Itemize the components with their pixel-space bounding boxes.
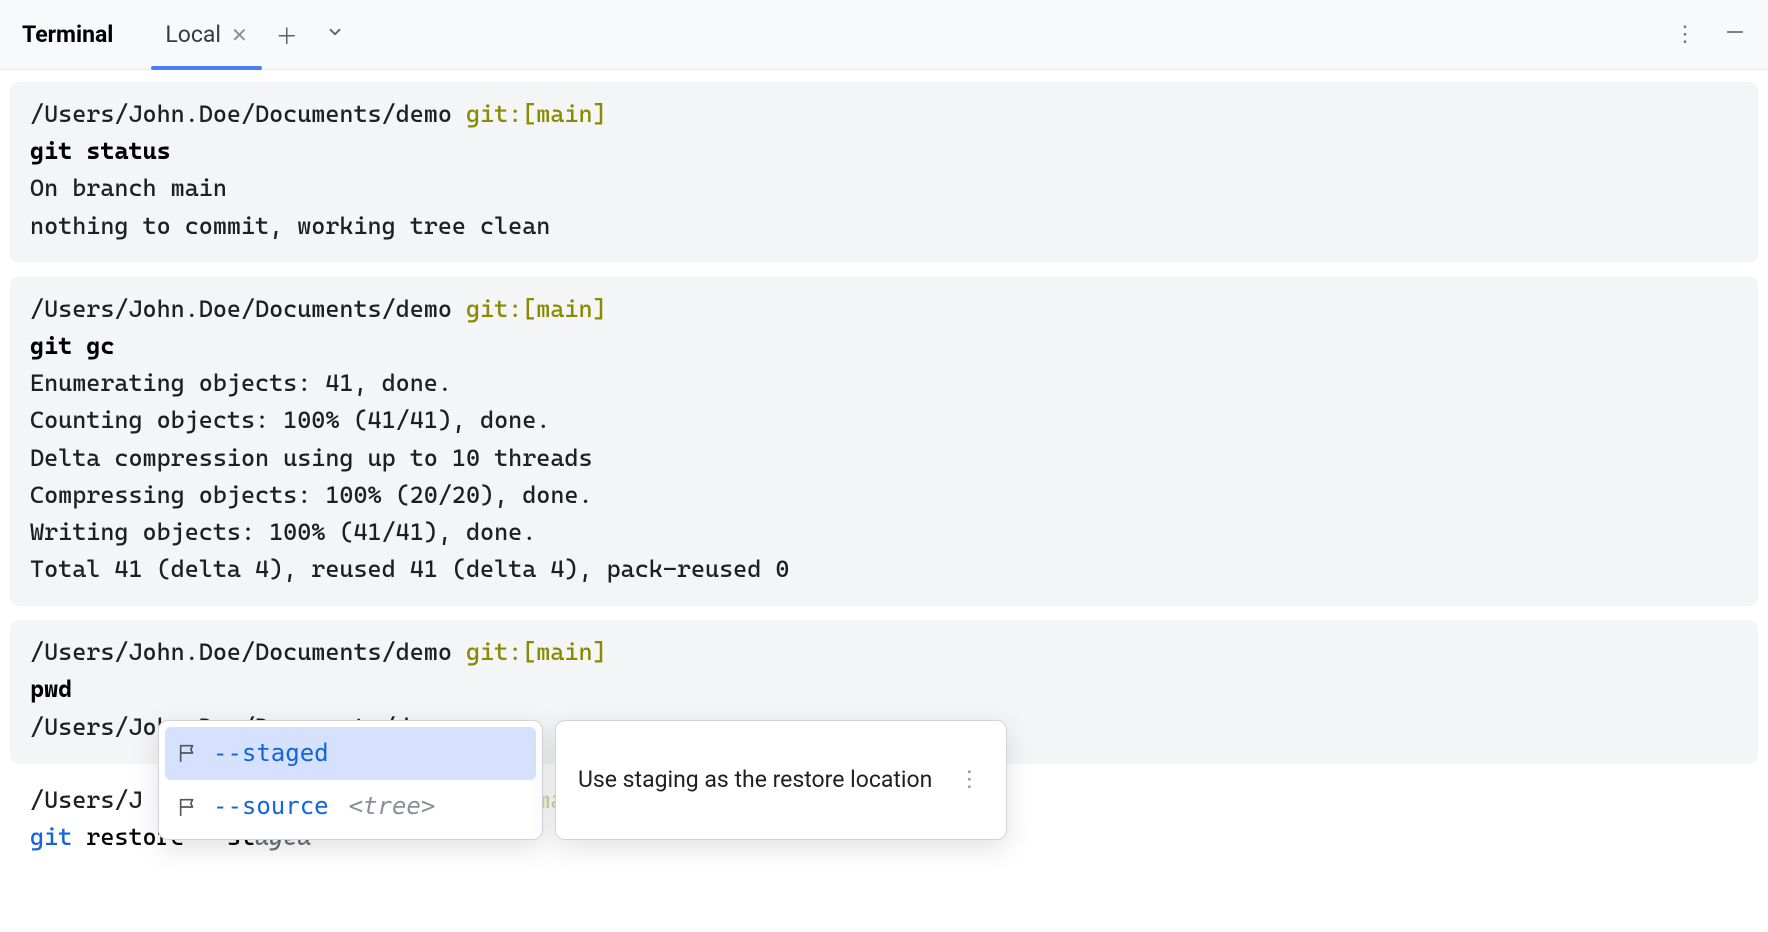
prompt-path-truncated: /Users/J [30, 786, 143, 814]
command-text: git status [30, 133, 1738, 170]
token-git: git [30, 823, 72, 851]
flag-icon [177, 742, 199, 764]
command-output: Enumerating objects: 41, done. Counting … [30, 365, 1738, 588]
tab-label: Local [165, 21, 221, 48]
minimize-icon[interactable] [1710, 21, 1760, 49]
prompt-git: git:[main] [466, 100, 607, 128]
plus-icon[interactable]: ＋ [262, 19, 312, 51]
command-text: pwd [30, 671, 1738, 708]
autocomplete-flag: --source [213, 788, 329, 825]
autocomplete-arg: <tree> [349, 788, 436, 825]
terminal-body: /Users/John.Doe/Documents/demo git:[main… [0, 70, 1768, 872]
kebab-icon[interactable]: ⋮ [954, 763, 984, 797]
history-block[interactable]: /Users/John.Doe/Documents/demo git:[main… [10, 277, 1758, 607]
command-text: git gc [30, 328, 1738, 365]
autocomplete-flag: --staged [213, 735, 329, 772]
history-block[interactable]: /Users/John.Doe/Documents/demo git:[main… [10, 82, 1758, 263]
prompt-path: /Users/John.Doe/Documents/demo [30, 638, 452, 666]
flag-icon [177, 796, 199, 818]
chevron-down-icon[interactable] [312, 22, 358, 47]
pane-title: Terminal [8, 21, 127, 48]
autocomplete-item-staged[interactable]: --staged [165, 727, 536, 780]
autocomplete-tooltip: Use staging as the restore location ⋮ [555, 720, 1007, 840]
autocomplete-item-source[interactable]: --source <tree> [165, 780, 536, 833]
autocomplete-popup: --staged --source <tree> Use staging as … [158, 720, 1007, 840]
close-icon[interactable]: ✕ [231, 23, 248, 47]
tab-local[interactable]: Local ✕ [151, 0, 261, 69]
prompt-path: /Users/John.Doe/Documents/demo [30, 100, 452, 128]
command-output: On branch main nothing to commit, workin… [30, 170, 1738, 244]
tab-bar: Terminal Local ✕ ＋ ⋮ [0, 0, 1768, 70]
autocomplete-tooltip-text: Use staging as the restore location [578, 762, 932, 798]
prompt-git: git:[main] [466, 638, 607, 666]
autocomplete-list: --staged --source <tree> [158, 720, 543, 840]
prompt-git: git:[main] [466, 295, 607, 323]
prompt-path: /Users/John.Doe/Documents/demo [30, 295, 452, 323]
kebab-icon[interactable]: ⋮ [1660, 22, 1710, 47]
current-input-block[interactable]: /Users/John.Doe/Documents/demo git:[main… [10, 778, 1758, 860]
